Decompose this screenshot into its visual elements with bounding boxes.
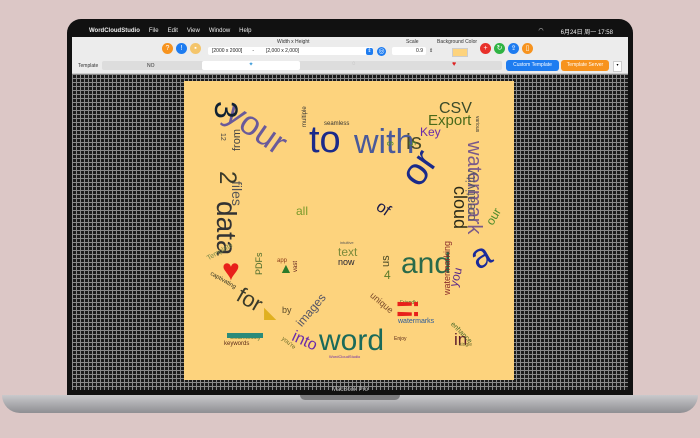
- scale-label: Scale: [406, 39, 419, 45]
- template-label: Template: [78, 63, 99, 69]
- word: unique: [368, 290, 396, 316]
- word: keywords: [224, 341, 250, 347]
- gift-icon[interactable]: ▪: [190, 43, 201, 54]
- template-no[interactable]: NO: [147, 63, 155, 69]
- size-dropdown-icon[interactable]: ⇕: [366, 48, 373, 55]
- word: 4: [384, 268, 391, 282]
- word: 3: [208, 101, 244, 119]
- word: watermarks: [398, 318, 435, 325]
- word: 5: [407, 141, 417, 147]
- party-popper-emoji-icon: ◣: [264, 305, 277, 322]
- tree-emoji-icon: ▲: [279, 260, 293, 276]
- settings-icon[interactable]: ◎: [377, 47, 386, 56]
- word: single: [459, 342, 473, 348]
- word: you: [446, 265, 465, 289]
- template-segmented[interactable]: NO ✦ ◌ ♥: [102, 61, 502, 70]
- share-icon[interactable]: ⇪: [508, 43, 519, 54]
- menu-file[interactable]: File: [149, 28, 159, 34]
- word-cloud-canvas[interactable]: your to with is or 3 CSV Export Key seam…: [184, 81, 514, 380]
- scale-input[interactable]: 0.9: [392, 47, 426, 55]
- document-icon[interactable]: ▯: [522, 43, 533, 54]
- add-icon[interactable]: +: [480, 43, 491, 54]
- menu-app[interactable]: WordCloudStudio: [89, 28, 140, 34]
- word: a: [463, 234, 499, 278]
- bg-color-label: Background Color: [437, 39, 478, 45]
- menu-bar: WordCloudStudio File Edit View Window He…: [72, 24, 628, 37]
- word: of: [372, 198, 394, 220]
- screen: WordCloudStudio File Edit View Window He…: [72, 24, 628, 390]
- word: us: [380, 255, 392, 267]
- word: by: [282, 305, 292, 315]
- word: now: [338, 257, 355, 267]
- template-server-button[interactable]: Template Server: [561, 60, 609, 71]
- word: all: [296, 204, 309, 218]
- word: WordCloudStudio: [329, 354, 361, 359]
- word: PDFs: [254, 252, 264, 276]
- template-bar: Template NO ✦ ◌ ♥ Custom Template Templa…: [72, 59, 628, 74]
- word: for: [232, 282, 268, 317]
- toolbar: ? ! ▪ Width x Height [2000 x 2000] - [2,00…: [72, 37, 628, 59]
- canvas-grid: your to with is or 3 CSV Export Key seam…: [72, 74, 628, 390]
- size-label: Width x Height: [277, 39, 310, 45]
- word: 2: [214, 171, 241, 185]
- word: Key: [420, 125, 441, 139]
- exclamation-icon: !!: [391, 299, 425, 319]
- size-select[interactable]: [2000 x 2000] - [2,000 x 2,000]: [208, 47, 373, 55]
- heart-emoji-icon: ♥: [222, 254, 240, 287]
- refresh-icon[interactable]: ↻: [494, 43, 505, 54]
- word: from: [231, 129, 243, 151]
- menu-help[interactable]: Help: [239, 28, 251, 34]
- clock[interactable]: 6月24日 周一 17:58: [561, 27, 613, 36]
- word: intuitive: [340, 240, 354, 245]
- word: cloud: [450, 186, 470, 230]
- custom-template-button[interactable]: Custom Template: [506, 60, 559, 71]
- menu-window[interactable]: Window: [209, 28, 230, 34]
- menu-view[interactable]: View: [187, 28, 200, 34]
- word: seamless: [324, 121, 350, 127]
- template-heart-icon[interactable]: ♥: [452, 61, 456, 68]
- word: 6: [385, 141, 395, 147]
- template-bubble-icon[interactable]: ◌: [352, 61, 356, 67]
- template-cat-icon[interactable]: ✦: [202, 61, 300, 70]
- word: multiple: [302, 106, 308, 127]
- bar-shape: [227, 333, 263, 338]
- feedback-icon[interactable]: !: [176, 43, 187, 54]
- word: Enjoy: [394, 336, 407, 342]
- bg-color-swatch[interactable]: [452, 48, 468, 57]
- more-dropdown[interactable]: ▾: [613, 61, 622, 72]
- menu-edit[interactable]: Edit: [168, 28, 178, 34]
- word: 12: [219, 133, 226, 141]
- device-label: MacBook Pro: [331, 387, 368, 393]
- word: various: [474, 116, 480, 133]
- help-icon[interactable]: ?: [162, 43, 173, 54]
- laptop-notch: [300, 395, 400, 400]
- word: into: [289, 328, 320, 355]
- wifi-icon[interactable]: ◠: [538, 27, 543, 36]
- word: word: [319, 324, 385, 357]
- word: our: [483, 205, 504, 228]
- scale-stepper[interactable]: ⇕: [429, 48, 433, 54]
- word: vast: [293, 260, 299, 272]
